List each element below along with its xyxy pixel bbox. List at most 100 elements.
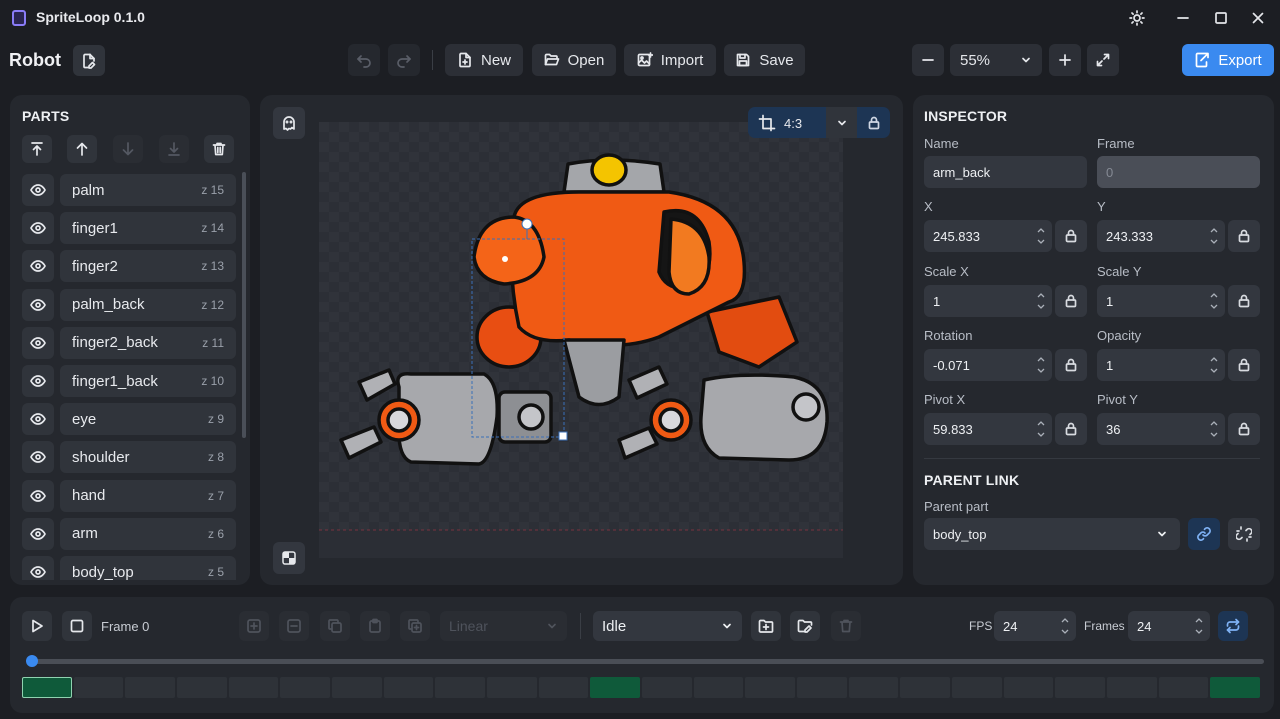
duplicate-keyframe-button[interactable] — [400, 611, 430, 641]
opacity-input[interactable]: 1 — [1097, 349, 1225, 381]
part-row[interactable]: finger1_back z 10 — [22, 365, 236, 397]
save-button[interactable]: Save — [724, 44, 805, 76]
frame-cell[interactable] — [383, 677, 434, 698]
part-select-button[interactable]: body_top z 5 — [60, 556, 236, 580]
move-down-button[interactable] — [113, 135, 143, 163]
part-row[interactable]: palm z 15 — [22, 174, 236, 206]
visibility-toggle-button[interactable] — [22, 441, 54, 474]
pivotx-lock-button[interactable] — [1055, 413, 1087, 445]
aspect-ratio-dropdown[interactable] — [826, 107, 857, 138]
y-lock-button[interactable] — [1228, 220, 1260, 252]
frame-cell[interactable] — [642, 677, 692, 698]
paste-keyframe-button[interactable] — [360, 611, 390, 641]
x-input[interactable]: 245.833 — [924, 220, 1052, 252]
rotation-input[interactable]: -0.071 — [924, 349, 1052, 381]
import-button[interactable]: Import — [624, 44, 716, 76]
copy-keyframe-button[interactable] — [320, 611, 350, 641]
frame-cell[interactable] — [1107, 677, 1157, 698]
onion-skin-button[interactable] — [273, 107, 305, 139]
export-button[interactable]: Export — [1182, 44, 1274, 76]
frame-cell[interactable] — [952, 677, 1002, 698]
scaley-lock-button[interactable] — [1228, 285, 1260, 317]
fit-screen-button[interactable] — [1087, 44, 1119, 76]
frame-cell[interactable] — [332, 677, 382, 698]
minimize-icon[interactable] — [1170, 6, 1196, 30]
close-icon[interactable] — [1245, 6, 1271, 30]
rotation-lock-button[interactable] — [1055, 349, 1087, 381]
part-row[interactable]: finger2_back z 11 — [22, 326, 236, 359]
part-row[interactable]: finger2 z 13 — [22, 250, 236, 283]
part-select-button[interactable]: shoulder z 8 — [60, 441, 236, 474]
rename-project-button[interactable] — [73, 45, 105, 76]
open-button[interactable]: Open — [532, 44, 616, 76]
frame-cell[interactable] — [538, 677, 589, 698]
frame-cell[interactable] — [1055, 677, 1105, 698]
move-to-bottom-button[interactable] — [159, 135, 189, 163]
name-field[interactable]: arm_back — [924, 156, 1087, 188]
play-button[interactable] — [22, 611, 52, 641]
frame-cell[interactable] — [1003, 677, 1054, 698]
visibility-toggle-button[interactable] — [22, 403, 54, 436]
visibility-toggle-button[interactable] — [22, 365, 54, 397]
easing-select[interactable]: Linear — [440, 611, 567, 641]
part-select-button[interactable]: hand z 7 — [60, 479, 236, 512]
frame-cell[interactable] — [1158, 677, 1209, 698]
part-select-button[interactable]: palm_back z 12 — [60, 288, 236, 321]
pivotx-input[interactable]: 59.833 — [924, 413, 1052, 445]
background-toggle-button[interactable] — [273, 542, 305, 574]
redo-button[interactable] — [388, 44, 420, 76]
visibility-toggle-button[interactable] — [22, 288, 54, 321]
parent-part-select[interactable]: body_top — [924, 518, 1180, 550]
opacity-lock-button[interactable] — [1228, 349, 1260, 381]
add-keyframe-button[interactable] — [239, 611, 269, 641]
scaley-input[interactable]: 1 — [1097, 285, 1225, 317]
frame-cell[interactable] — [22, 677, 72, 698]
zoom-in-button[interactable] — [1049, 44, 1081, 76]
frame-cell[interactable] — [177, 677, 227, 698]
part-row[interactable]: palm_back z 12 — [22, 288, 236, 321]
part-row[interactable]: body_top z 5 — [22, 556, 236, 580]
visibility-toggle-button[interactable] — [22, 212, 54, 245]
animation-select[interactable]: Idle — [593, 611, 742, 641]
visibility-toggle-button[interactable] — [22, 479, 54, 512]
part-select-button[interactable]: palm z 15 — [60, 174, 236, 206]
frame-cell[interactable] — [228, 677, 279, 698]
frame-cell[interactable] — [125, 677, 175, 698]
frame-field[interactable]: 0 — [1097, 156, 1260, 188]
frame-cell[interactable] — [900, 677, 950, 698]
scalex-input[interactable]: 1 — [924, 285, 1052, 317]
new-animation-button[interactable] — [751, 611, 781, 641]
scalex-lock-button[interactable] — [1055, 285, 1087, 317]
unlink-parent-button[interactable] — [1228, 518, 1260, 550]
new-button[interactable]: New — [445, 44, 523, 76]
frame-cell[interactable] — [1210, 677, 1260, 698]
part-row[interactable]: arm z 6 — [22, 517, 236, 550]
aspect-ratio-button[interactable]: 4:3 — [758, 114, 802, 132]
visibility-toggle-button[interactable] — [22, 556, 54, 580]
part-select-button[interactable]: finger1_back z 10 — [60, 365, 236, 397]
frame-cell[interactable] — [693, 677, 744, 698]
part-row[interactable]: eye z 9 — [22, 403, 236, 436]
part-select-button[interactable]: eye z 9 — [60, 403, 236, 436]
aspect-lock-button[interactable] — [858, 107, 890, 138]
zoom-select[interactable]: 55% — [950, 44, 1042, 76]
loop-toggle-button[interactable] — [1218, 611, 1248, 641]
visibility-toggle-button[interactable] — [22, 517, 54, 550]
pivoty-input[interactable]: 36 — [1097, 413, 1225, 445]
fps-input[interactable]: 24 — [994, 611, 1076, 641]
zoom-out-button[interactable] — [912, 44, 944, 76]
theme-toggle-sun-icon[interactable] — [1124, 6, 1150, 30]
delete-part-button[interactable] — [204, 135, 234, 163]
sprite-canvas[interactable] — [319, 122, 843, 558]
pivoty-lock-button[interactable] — [1228, 413, 1260, 445]
frame-cell[interactable] — [848, 677, 899, 698]
part-select-button[interactable]: finger2 z 13 — [60, 250, 236, 283]
remove-keyframe-button[interactable] — [279, 611, 309, 641]
playhead-thumb[interactable] — [26, 655, 38, 667]
frame-cell[interactable] — [73, 677, 124, 698]
visibility-toggle-button[interactable] — [22, 174, 54, 206]
maximize-icon[interactable] — [1208, 6, 1234, 30]
rename-animation-button[interactable] — [790, 611, 820, 641]
frame-cell[interactable] — [280, 677, 330, 698]
part-row[interactable]: shoulder z 8 — [22, 441, 236, 474]
